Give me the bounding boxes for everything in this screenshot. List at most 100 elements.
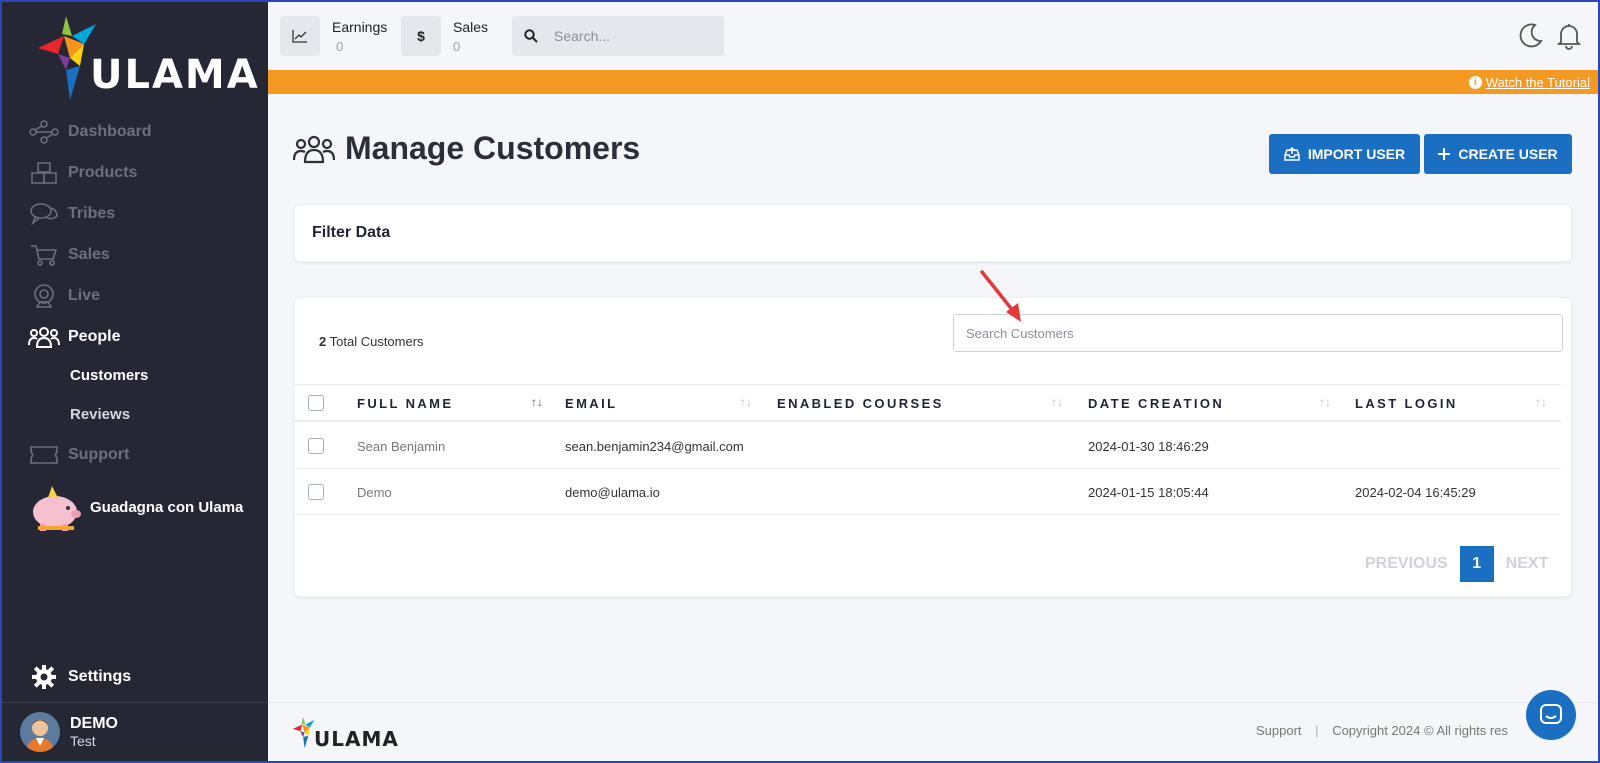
webcam-icon	[28, 283, 60, 309]
previous-page-button[interactable]: PREVIOUS	[1365, 555, 1448, 573]
promo-label: Guadagna con Ulama	[90, 498, 244, 516]
column-email[interactable]: EMAIL	[565, 396, 617, 411]
table-row[interactable]: Sean Benjamin sean.benjamin234@gmail.com…	[295, 423, 1561, 469]
sidebar: ULAMA Dashboard Products Tribes Sales Li…	[2, 2, 268, 761]
row-checkbox[interactable]	[308, 484, 324, 500]
cart-icon	[28, 242, 60, 268]
sidebar-item-tribes[interactable]: Tribes	[2, 196, 268, 232]
header-search-input[interactable]	[554, 28, 704, 44]
sidebar-item-support[interactable]: Support	[2, 437, 268, 473]
cell-full-name: Sean Benjamin	[357, 439, 446, 454]
total-label: Total Customers	[329, 334, 424, 349]
customers-table-card: 2 Total Customers FULL NAME ↑↓ EMAIL ↑↓ …	[294, 297, 1572, 597]
sidebar-item-products[interactable]: Products	[2, 155, 268, 191]
avatar	[20, 712, 60, 752]
chat-launcher-button[interactable]	[1526, 690, 1576, 740]
header-search[interactable]	[512, 16, 724, 56]
sidebar-subitem-reviews[interactable]: Reviews	[70, 406, 130, 423]
cell-date-creation: 2024-01-15 18:05:44	[1088, 485, 1209, 500]
network-icon	[28, 119, 60, 145]
top-bar: Earnings 0 $ Sales 0	[268, 2, 1598, 70]
sidebar-item-sales[interactable]: Sales	[2, 237, 268, 273]
column-enabled-courses[interactable]: ENABLED COURSES	[777, 396, 944, 411]
footer-brand: ULAMA	[314, 727, 399, 751]
earnings-value: 0	[336, 39, 344, 54]
sales-value: 0	[453, 39, 461, 54]
ticket-icon	[28, 442, 60, 468]
settings-label: Settings	[68, 668, 132, 685]
footer-support-link[interactable]: Support	[1256, 723, 1302, 738]
boxes-icon	[28, 160, 60, 186]
sort-icon[interactable]: ↑↓	[1051, 395, 1063, 409]
cell-full-name: Demo	[357, 485, 392, 500]
promo-guadagna[interactable]: Guadagna con Ulama	[28, 480, 243, 534]
column-full-name[interactable]: FULL NAME	[357, 396, 453, 411]
create-user-label: CREATE USER	[1458, 146, 1558, 162]
column-date-creation[interactable]: DATE CREATION	[1088, 396, 1224, 411]
filter-panel[interactable]: Filter Data	[294, 204, 1572, 262]
tutorial-banner: i Watch the Tutorial	[268, 70, 1598, 94]
chat-bubbles-icon	[28, 201, 60, 227]
user-name: DEMO	[70, 715, 118, 732]
filter-title: Filter Data	[312, 224, 391, 241]
users-icon	[293, 135, 335, 163]
sidebar-item-label: Dashboard	[68, 123, 152, 140]
footer-links: Support | Copyright 2024 © All rights re…	[1256, 723, 1508, 738]
sidebar-item-dashboard[interactable]: Dashboard	[2, 114, 268, 150]
cell-date-creation: 2024-01-30 18:46:29	[1088, 439, 1209, 454]
sort-icon[interactable]: ↑↓	[1319, 395, 1331, 409]
watch-tutorial-link[interactable]: i Watch the Tutorial	[1468, 74, 1590, 90]
sort-icon[interactable]: ↑↓	[1535, 395, 1547, 409]
sidebar-item-label: Support	[68, 446, 130, 463]
chart-line-icon	[280, 16, 320, 56]
page-title: Manage Customers	[345, 130, 641, 166]
table-header: FULL NAME ↑↓ EMAIL ↑↓ ENABLED COURSES ↑↓…	[295, 384, 1561, 422]
bell-icon[interactable]	[1556, 22, 1582, 50]
pagination: PREVIOUS 1 NEXT	[1365, 546, 1548, 582]
users-icon	[28, 324, 60, 350]
sidebar-item-people[interactable]: People	[2, 319, 268, 355]
total-count: 2	[319, 334, 327, 349]
brand-name: ULAMA	[90, 52, 260, 98]
sidebar-item-label: Tribes	[68, 205, 116, 222]
settings-link[interactable]: Settings	[28, 664, 131, 690]
earnings-label: Earnings	[332, 19, 388, 35]
footer-logo[interactable]: ULAMA	[292, 713, 399, 753]
import-user-label: IMPORT USER	[1307, 146, 1406, 162]
total-customers: 2 Total Customers	[319, 334, 424, 349]
page-title-wrap: Manage Customers	[293, 130, 640, 167]
copyright: Copyright 2024 © All rights res	[1332, 723, 1508, 738]
sales-label: Sales	[453, 19, 489, 35]
select-all-checkbox[interactable]	[308, 395, 324, 411]
piggy-bank-icon	[33, 486, 81, 531]
row-checkbox[interactable]	[308, 438, 324, 454]
ulama-logo[interactable]: ULAMA	[32, 12, 258, 102]
page-1-button[interactable]: 1	[1459, 546, 1494, 582]
sort-icon[interactable]: ↑↓	[531, 395, 543, 409]
sidebar-subitem-customers[interactable]: Customers	[70, 367, 148, 384]
watch-tutorial-label: Watch the Tutorial	[1485, 74, 1590, 90]
footer: ULAMA Support | Copyright 2024 © All rig…	[268, 702, 1598, 761]
red-arrow-annotation	[980, 270, 1021, 322]
gear-icon	[28, 664, 60, 690]
create-user-button[interactable]: CREATE USER	[1424, 134, 1572, 174]
sidebar-item-label: Live	[68, 287, 101, 304]
plus-icon	[1438, 148, 1451, 160]
cell-last-login: 2024-02-04 16:45:29	[1355, 485, 1476, 500]
cell-email: sean.benjamin234@gmail.com	[565, 439, 744, 454]
sort-icon[interactable]: ↑↓	[740, 395, 752, 409]
next-page-button[interactable]: NEXT	[1506, 555, 1549, 573]
search-customers-input[interactable]	[953, 314, 1563, 352]
sidebar-item-label: People	[68, 328, 121, 345]
sidebar-item-live[interactable]: Live	[2, 278, 268, 314]
import-user-button[interactable]: IMPORT USER	[1269, 134, 1420, 174]
user-profile[interactable]: DEMO Test	[2, 702, 268, 761]
dollar-icon: $	[401, 16, 441, 56]
user-role: Test	[70, 733, 96, 749]
table-row[interactable]: Demo demo@ulama.io 2024-01-15 18:05:44 2…	[295, 469, 1561, 515]
info-icon: i	[1468, 75, 1482, 89]
search-icon	[524, 29, 538, 43]
moon-icon[interactable]	[1518, 22, 1544, 48]
inbox-upload-icon	[1284, 147, 1300, 161]
column-last-login[interactable]: LAST LOGIN	[1355, 396, 1458, 411]
